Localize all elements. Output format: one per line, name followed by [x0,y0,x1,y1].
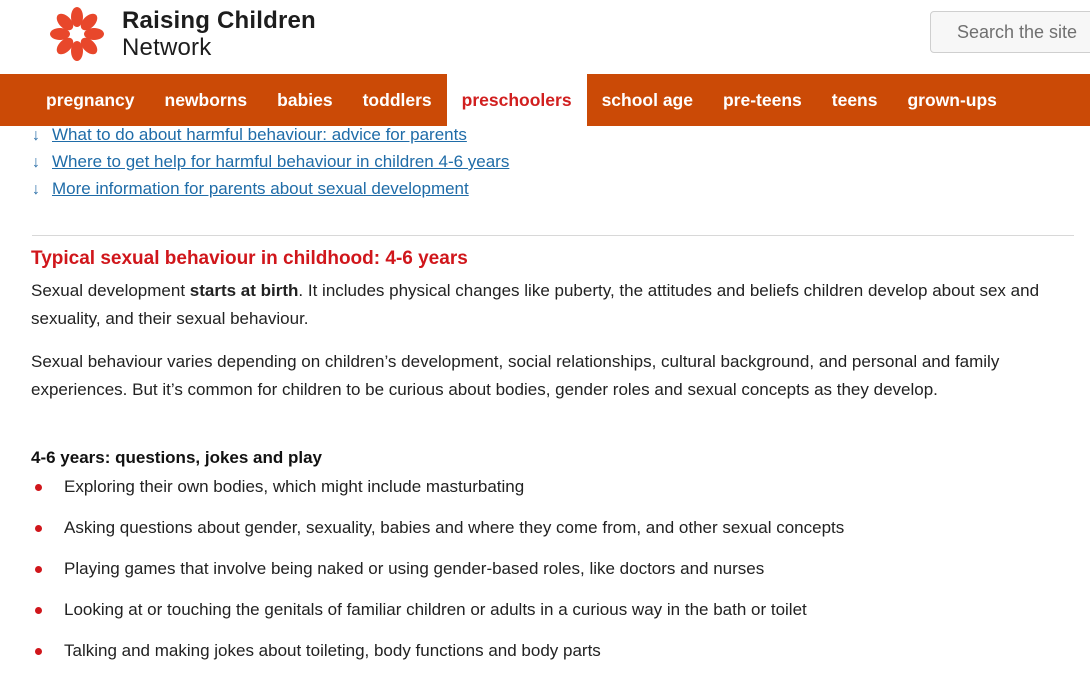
jump-link-row[interactable]: ↓ Where to get help for harmful behaviour… [32,151,509,178]
brand-line-1: Raising Children [122,7,316,34]
intro-text-bold: starts at birth [189,281,299,300]
nav-item-pregnancy[interactable]: pregnancy [31,74,150,126]
intro-paragraph: Sexual development starts at birth. It i… [31,277,1081,332]
search-input[interactable] [931,12,1090,52]
nav-item-grown-ups[interactable]: grown-ups [892,74,1011,126]
nav-item-toddlers[interactable]: toddlers [348,74,447,126]
bullet-dot-icon [35,648,42,655]
section-divider [32,235,1074,236]
list-item-text: Looking at or touching the genitals of f… [64,600,807,619]
behaviour-list: Exploring their own bodies, which might … [31,475,1081,673]
age-nav: pregnancy newborns babies toddlers preschool… [0,74,1090,128]
nav-item-newborns[interactable]: newborns [150,74,263,126]
list-item-text: Playing games that involve being naked o… [64,559,765,578]
list-item: Asking questions about gender, sexuality… [31,516,1081,557]
page: Raising Children Network pregnancynewbor… [0,0,1090,673]
search-box[interactable] [930,11,1090,53]
section-heading: Typical sexual behaviour in childhood: 4… [31,248,468,269]
down-arrow-icon: ↓ [32,181,40,198]
age-nav-list: pregnancy newborns babies toddlers preschool… [31,74,1012,128]
age-subheading: 4-6 years: questions, jokes and play [31,448,323,467]
bullet-dot-icon [35,607,42,614]
nav-item-preschoolers[interactable]: preschoolers [446,74,587,128]
jump-link-where-to-get-help[interactable]: Where to get help for harmful behaviour … [52,152,509,171]
bullet-dot-icon [35,484,42,491]
nav-item-pre-teens[interactable]: pre-teens [708,74,817,126]
red-flower-logo-icon[interactable] [44,4,110,64]
list-item: Playing games that involve being naked o… [31,557,1081,598]
list-item: Looking at or touching the genitals of f… [31,598,1081,639]
bullet-dot-icon [35,525,42,532]
jump-link-row[interactable]: ↓ More information for parents about sexu… [32,178,509,205]
list-item-text: Talking and making jokes about toileting… [64,641,601,660]
nav-item-babies[interactable]: babies [262,74,347,126]
brand-line-2: Network [122,34,212,61]
intro-text-start: Sexual development [31,281,190,300]
jump-links: ↓ What to do about harmful behaviour: adv… [32,124,509,205]
nav-item-teens[interactable]: teens [817,74,893,126]
bullet-dot-icon [35,566,42,573]
jump-link-row[interactable]: ↓ What to do about harmful behaviour: adv… [32,124,509,151]
jump-link-more-information[interactable]: More information for parents about sexua… [52,179,469,198]
list-item: Exploring their own bodies, which might … [31,475,1081,516]
site-header: Raising Children Network [0,0,1090,74]
list-item-text: Asking questions about gender, sexuality… [64,518,845,537]
variation-paragraph: Sexual behaviour varies depending on chi… [31,352,1000,399]
nav-item-school-age[interactable]: school age [587,74,708,126]
down-arrow-icon: ↓ [32,154,40,171]
list-item-text: Exploring their own bodies, which might … [64,477,525,496]
site-brand[interactable]: Raising Children Network [122,7,316,61]
down-arrow-icon: ↓ [32,127,40,144]
list-item: Talking and making jokes about toileting… [31,639,1081,673]
jump-link-harmful-behaviour-advice[interactable]: What to do about harmful behaviour: advi… [52,125,467,144]
